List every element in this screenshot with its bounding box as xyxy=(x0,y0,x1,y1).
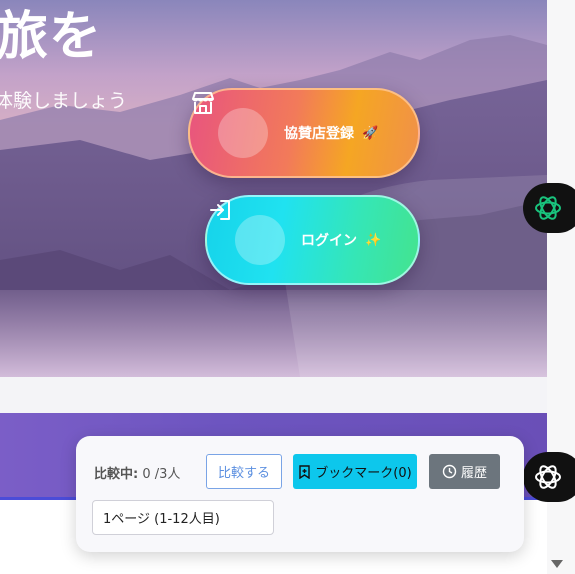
store-icon xyxy=(192,92,268,158)
scroll-down-arrow-icon[interactable] xyxy=(551,560,563,568)
compare-status-label: 比較中: xyxy=(94,467,139,482)
login-button[interactable]: ログイン ✨ xyxy=(205,195,420,285)
sponsor-register-button[interactable]: 協賛店登録 🚀 xyxy=(188,88,420,178)
compare-button[interactable]: 比較する xyxy=(206,454,282,489)
compare-panel: 比較中: 0 /3人 比較する ブックマーク(0) 履歴 1ページ (1-12人… xyxy=(76,436,524,552)
sponsor-register-label: 協賛店登録 xyxy=(284,126,354,142)
rocket-icon: 🚀 xyxy=(362,125,379,141)
bookmark-button[interactable]: ブックマーク(0) xyxy=(293,454,417,489)
clock-icon xyxy=(442,464,457,479)
assistant-button-bottom[interactable] xyxy=(523,452,575,502)
hero-subtitle: 体験しましょう xyxy=(0,90,128,112)
openai-logo-icon xyxy=(535,196,561,220)
bookmark-label: ブックマーク(0) xyxy=(315,466,412,481)
login-label: ログイン xyxy=(301,233,357,249)
history-label: 履歴 xyxy=(460,466,487,481)
page: 旅を 体験しましょう 協賛店登録 🚀 ログイン ✨ 比較中: 0 /3人 比較す… xyxy=(0,0,575,574)
sparkles-icon: ✨ xyxy=(365,232,382,248)
assistant-button-top[interactable] xyxy=(523,183,575,233)
hero-section: 旅を 体験しましょう 協賛店登録 🚀 ログイン ✨ xyxy=(0,0,547,377)
openai-logo-icon xyxy=(535,465,561,489)
login-icon xyxy=(210,200,285,265)
compare-status-count: 0 /3人 xyxy=(142,467,181,482)
page-select[interactable]: 1ページ (1-12人目) xyxy=(92,500,274,535)
bookmark-icon xyxy=(299,464,310,479)
compare-status: 比較中: 0 /3人 xyxy=(94,463,180,482)
history-button[interactable]: 履歴 xyxy=(429,454,500,489)
hero-title: 旅を xyxy=(0,7,103,67)
